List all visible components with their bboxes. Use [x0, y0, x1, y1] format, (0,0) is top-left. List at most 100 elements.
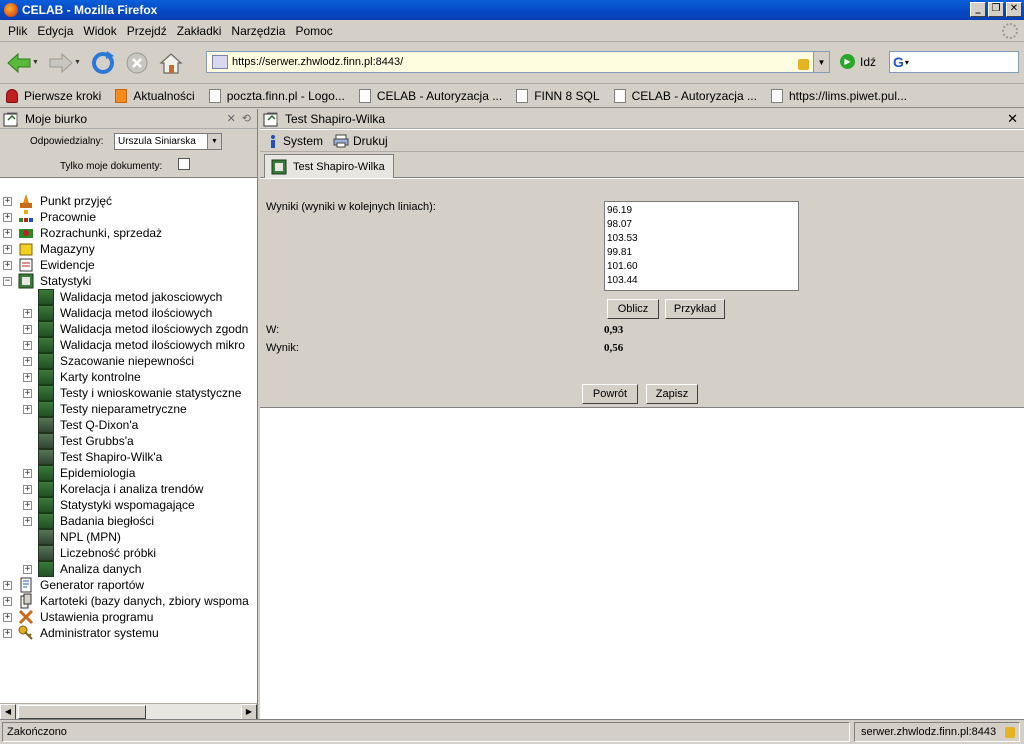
tree-node[interactable]: Generator raportów — [18, 577, 144, 593]
tree-leaf-selected[interactable]: Test Shapiro-Wilk'a — [38, 449, 162, 465]
tree-node[interactable]: Badania biegłości — [38, 513, 154, 529]
tree-node[interactable]: Rozrachunki, sprzedaż — [18, 225, 162, 241]
tree-node[interactable]: Ustawienia programu — [18, 609, 153, 625]
calculate-button[interactable]: Oblicz — [607, 299, 659, 319]
forward-button[interactable] — [46, 48, 76, 78]
expand-toggle[interactable]: + — [3, 613, 12, 622]
bookmark-item[interactable]: FINN 8 SQL — [516, 88, 600, 103]
refresh-panel-icon[interactable]: ⟲ — [242, 112, 251, 125]
back-button[interactable] — [4, 48, 34, 78]
menu-tools[interactable]: Narzędzia — [226, 24, 290, 38]
search-input[interactable]: G ▾ — [889, 51, 1019, 73]
tree-node[interactable]: Analiza danych — [38, 561, 141, 577]
expand-toggle[interactable]: + — [23, 501, 32, 510]
tree-node[interactable]: Testy i wnioskowanie statystyczne — [38, 385, 241, 401]
minimize-button[interactable]: _ — [970, 2, 986, 17]
expand-toggle[interactable]: + — [23, 469, 32, 478]
save-button[interactable]: Zapisz — [646, 384, 698, 404]
system-button[interactable]: System — [268, 134, 323, 148]
go-button[interactable]: ▶ Idź — [840, 54, 876, 69]
bookmark-item[interactable]: Aktualności — [115, 88, 195, 103]
expand-toggle[interactable]: + — [23, 485, 32, 494]
url-text[interactable]: https://serwer.zhwlodz.finn.pl:8443/ — [232, 56, 798, 68]
print-button[interactable]: Drukuj — [333, 134, 388, 148]
tree-leaf[interactable]: Test Grubbs'a — [38, 433, 134, 449]
expand-toggle[interactable]: + — [3, 229, 12, 238]
reload-button[interactable] — [88, 48, 118, 78]
expand-toggle[interactable]: + — [3, 261, 12, 270]
tree-node[interactable]: Walidacja metod ilościowych mikro — [38, 337, 245, 353]
scroll-right-arrow-icon[interactable]: ▶ — [241, 704, 257, 720]
collapse-panel-icon[interactable]: ✕ — [227, 112, 236, 125]
menu-go[interactable]: Przejdź — [122, 24, 172, 38]
stop-button[interactable] — [122, 48, 152, 78]
close-panel-icon[interactable]: ✕ — [1007, 111, 1018, 127]
chevron-down-icon[interactable]: ▼ — [207, 134, 221, 149]
expand-toggle[interactable]: + — [23, 309, 32, 318]
menu-file[interactable]: Plik — [3, 24, 32, 38]
bookmark-item[interactable]: CELAB - Autoryzacja ... — [358, 88, 502, 103]
tree-leaf[interactable]: NPL (MPN) — [38, 529, 121, 545]
expand-toggle[interactable]: + — [23, 325, 32, 334]
expand-toggle[interactable]: + — [3, 213, 12, 222]
forward-history-dropdown[interactable]: ▼ — [74, 59, 84, 66]
tree-node[interactable]: Walidacja metod ilościowych zgodn — [38, 321, 248, 337]
tree-leaf[interactable]: Walidacja metod jakosciowych — [38, 289, 222, 305]
tree-node[interactable]: Karty kontrolne — [38, 369, 141, 385]
expand-toggle[interactable]: + — [23, 389, 32, 398]
scrollbar-thumb[interactable] — [18, 705, 146, 719]
tree-node[interactable]: Administrator systemu — [18, 625, 159, 641]
tree-node[interactable]: Szacowanie niepewności — [38, 353, 194, 369]
tree-node[interactable]: Punkt przyjęć — [18, 193, 112, 209]
collapse-toggle[interactable]: − — [3, 277, 12, 286]
example-button[interactable]: Przykład — [665, 299, 725, 319]
close-window-button[interactable]: ✕ — [1006, 2, 1022, 17]
tree-node[interactable]: Ewidencje — [18, 257, 95, 273]
scroll-left-arrow-icon[interactable]: ◀ — [0, 704, 16, 720]
menu-bookmarks[interactable]: Zakładki — [172, 24, 227, 38]
tree-horizontal-scrollbar[interactable]: ◀ ▶ — [0, 703, 257, 720]
expand-toggle[interactable]: + — [23, 405, 32, 414]
tree-node-expanded[interactable]: Statystyki — [18, 273, 91, 289]
expand-toggle[interactable]: + — [23, 373, 32, 382]
expand-toggle[interactable]: + — [23, 341, 32, 350]
tree-leaf[interactable]: Liczebność próbki — [38, 545, 156, 561]
results-textarea[interactable]: 96.19 98.07 103.53 99.81 101.60 103.44 — [604, 201, 799, 291]
tree-node[interactable]: Kartoteki (bazy danych, zbiory wspoma — [18, 593, 249, 609]
expand-toggle[interactable]: + — [3, 245, 12, 254]
tree-node[interactable]: Testy nieparametryczne — [38, 401, 187, 417]
tree-node[interactable]: Walidacja metod ilościowych — [38, 305, 212, 321]
menu-view[interactable]: Widok — [78, 24, 121, 38]
google-search-engine-icon[interactable]: G — [893, 54, 904, 70]
only-mine-checkbox[interactable] — [178, 158, 190, 170]
bookmark-item[interactable]: https://lims.piwet.pul... — [770, 88, 907, 103]
expand-toggle[interactable]: + — [3, 597, 12, 606]
home-button[interactable] — [156, 48, 186, 78]
tab-shapiro-wilk[interactable]: Test Shapiro-Wilka — [264, 154, 394, 178]
tree-node[interactable]: Statystyki wspomagające — [38, 497, 195, 513]
expand-toggle[interactable]: + — [23, 517, 32, 526]
bookmark-item[interactable]: poczta.finn.pl - Logo... — [208, 88, 345, 103]
menu-edit[interactable]: Edycja — [32, 24, 78, 38]
secure-lock-icon[interactable] — [798, 58, 809, 70]
tree-node[interactable]: Korelacja i analiza trendów — [38, 481, 203, 497]
url-history-dropdown[interactable]: ▼ — [813, 52, 829, 72]
expand-toggle[interactable]: + — [3, 581, 12, 590]
maximize-button[interactable]: ❐ — [988, 2, 1004, 17]
url-bar[interactable]: https://serwer.zhwlodz.finn.pl:8443/ ▼ — [206, 51, 830, 73]
tree-node[interactable]: Epidemiologia — [38, 465, 135, 481]
expand-toggle[interactable]: + — [23, 565, 32, 574]
tree-node[interactable]: Magazyny — [18, 241, 95, 257]
back-history-dropdown[interactable]: ▼ — [32, 59, 42, 66]
back-button[interactable]: Powrót — [582, 384, 638, 404]
expand-toggle[interactable]: + — [3, 197, 12, 206]
expand-toggle[interactable]: + — [23, 357, 32, 366]
bookmark-item[interactable]: CELAB - Autoryzacja ... — [613, 88, 757, 103]
bookmark-item[interactable]: Pierwsze kroki — [6, 88, 101, 103]
tree-node[interactable]: Pracownie — [18, 209, 96, 225]
secure-lock-icon[interactable] — [1005, 727, 1015, 738]
tree-leaf[interactable]: Test Q-Dixon'a — [38, 417, 138, 433]
expand-toggle[interactable]: + — [3, 629, 12, 638]
responsible-select[interactable]: Urszula Siniarska ▼ — [114, 133, 222, 150]
menu-help[interactable]: Pomoc — [290, 24, 337, 38]
